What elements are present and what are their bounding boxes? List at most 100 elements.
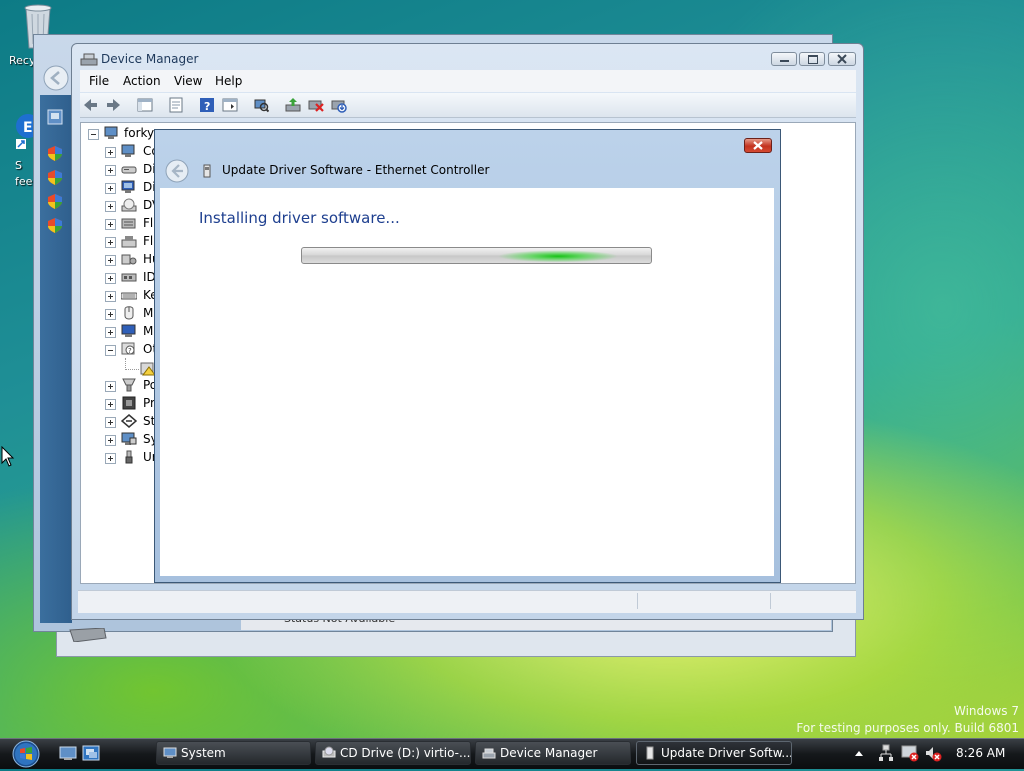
- expand-icon[interactable]: [105, 183, 116, 194]
- properties-icon[interactable]: [168, 97, 184, 113]
- taskbar-button-device-manager[interactable]: Device Manager: [475, 741, 631, 765]
- maximize-button[interactable]: [799, 52, 825, 66]
- toolbar: [80, 93, 856, 118]
- taskbar-button-device-manager-label: Device Manager: [500, 746, 598, 760]
- tree-item-label: Fl: [143, 216, 154, 230]
- statusbar-divider: [770, 593, 771, 609]
- menu-view[interactable]: View: [174, 74, 202, 88]
- forward-icon[interactable]: [106, 97, 122, 113]
- monitor-icon: [121, 324, 136, 337]
- switch-windows-icon[interactable]: [82, 745, 100, 761]
- hid-icon: [121, 254, 137, 265]
- svg-text:E: E: [23, 120, 33, 136]
- collapse-icon[interactable]: [88, 129, 99, 140]
- svg-text:?: ?: [204, 100, 210, 113]
- tree-connector-line-h: [125, 369, 139, 371]
- volume-muted-icon[interactable]: [924, 744, 942, 762]
- expand-icon[interactable]: [105, 201, 116, 212]
- watermark-line1: Windows 7: [953, 704, 1019, 718]
- device-manager-statusbar: [78, 590, 856, 613]
- expand-icon[interactable]: [105, 219, 116, 230]
- dvd-drive-icon: [121, 198, 137, 212]
- expand-icon[interactable]: [105, 237, 116, 248]
- expand-icon[interactable]: [105, 255, 116, 266]
- back-nav-icon[interactable]: [42, 64, 70, 92]
- disable-icon[interactable]: [331, 97, 347, 113]
- expand-icon[interactable]: [105, 435, 116, 446]
- dialog-back-button[interactable]: [164, 158, 190, 184]
- progress-bar: [301, 247, 652, 264]
- expand-icon[interactable]: [105, 381, 116, 392]
- show-hide-tree-icon[interactable]: [137, 97, 153, 113]
- installing-heading: Installing driver software...: [199, 209, 400, 227]
- minimize-button[interactable]: [771, 52, 797, 66]
- ide-controller-icon: [121, 273, 137, 282]
- expand-icon[interactable]: [105, 309, 116, 320]
- back-icon[interactable]: [82, 97, 98, 113]
- cd-drive-icon: [322, 746, 336, 758]
- close-button[interactable]: [828, 52, 856, 66]
- show-hidden-icons-button[interactable]: [854, 747, 864, 757]
- display-adapter-icon: [121, 180, 135, 193]
- menu-action[interactable]: Action: [123, 74, 161, 88]
- taskbar-button-system[interactable]: System: [156, 741, 311, 765]
- taskbar-button-cd-drive[interactable]: CD Drive (D:) virtio-...: [315, 741, 471, 765]
- network-icon[interactable]: [878, 744, 894, 762]
- dialog-title: Update Driver Software - Ethernet Contro…: [222, 163, 490, 177]
- taskbar-button-system-label: System: [181, 746, 226, 760]
- floppy-controller-icon: [121, 218, 136, 229]
- update-driver-icon: [646, 746, 654, 760]
- taskbar-button-update-driver-label: Update Driver Softw...: [661, 746, 792, 760]
- system-icon: [163, 747, 177, 758]
- expand-icon[interactable]: [105, 147, 116, 158]
- svg-text:?: ?: [128, 347, 132, 355]
- taskbar-button-update-driver[interactable]: Update Driver Softw...: [636, 741, 792, 765]
- expand-icon[interactable]: [105, 453, 116, 464]
- ethernet-controller-icon: [201, 163, 213, 179]
- recycle-bin-label: Recy: [9, 54, 36, 67]
- scan-hardware-icon[interactable]: [253, 97, 269, 113]
- collapse-icon[interactable]: [105, 345, 116, 356]
- tree-item-label: Fl: [143, 234, 154, 248]
- mouse-cursor: [1, 445, 15, 468]
- show-desktop-icon[interactable]: [59, 745, 77, 761]
- progress-marquee: [498, 248, 618, 263]
- usb-icon: [125, 450, 133, 464]
- storage-controller-icon: [121, 414, 137, 428]
- mouse-icon: [124, 306, 134, 320]
- tree-item-label: M: [143, 324, 154, 338]
- expand-icon[interactable]: [105, 291, 116, 302]
- expand-icon[interactable]: [105, 273, 116, 284]
- expand-icon[interactable]: [105, 165, 116, 176]
- device-manager-title-icon: [80, 51, 98, 67]
- help-icon[interactable]: ?: [199, 97, 215, 113]
- processor-icon: [122, 396, 136, 410]
- system-devices-icon: [121, 432, 137, 445]
- drive-icon: [68, 627, 108, 643]
- sidebar-icons: [46, 108, 66, 238]
- computer-icon: [104, 126, 118, 139]
- taskbar-button-cd-drive-label: CD Drive (D:) virtio-...: [340, 746, 471, 760]
- device-manager-icon: [482, 748, 496, 759]
- ports-icon: [122, 378, 136, 392]
- other-devices-icon: ?: [121, 342, 135, 355]
- update-driver-icon[interactable]: [285, 97, 301, 113]
- watermark-line2: For testing purposes only. Build 6801: [796, 721, 1019, 735]
- dialog-close-button[interactable]: [744, 138, 772, 153]
- keyboard-icon: [121, 292, 137, 300]
- expand-icon[interactable]: [105, 327, 116, 338]
- menu-help[interactable]: Help: [215, 74, 242, 88]
- clock[interactable]: 8:26 AM: [956, 746, 1005, 760]
- expand-icon[interactable]: [105, 417, 116, 428]
- statusbar-divider: [637, 593, 638, 609]
- view-icon[interactable]: [222, 97, 238, 113]
- uninstall-icon[interactable]: [308, 97, 324, 113]
- disk-drive-icon: [121, 166, 137, 174]
- expand-icon[interactable]: [105, 399, 116, 410]
- device-manager-title: Device Manager: [101, 52, 199, 66]
- floppy-drive-icon: [121, 236, 137, 248]
- action-center-icon[interactable]: [901, 744, 919, 762]
- menu-file[interactable]: File: [89, 74, 109, 88]
- tree-item-label: M: [143, 306, 154, 320]
- start-button[interactable]: [4, 738, 46, 768]
